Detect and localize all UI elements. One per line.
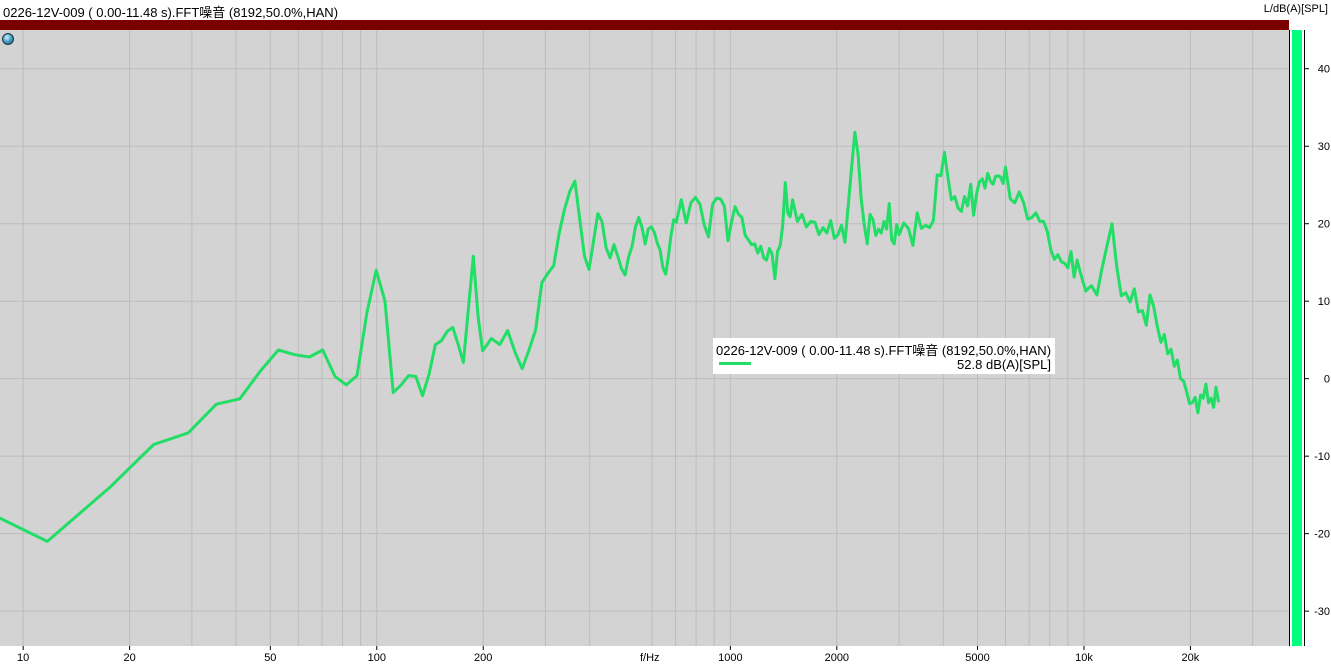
chart-title: 0226-12V-009 ( 0.00-11.48 s).FFT噪音 (8192… <box>3 5 339 20</box>
x-axis-label: f/Hz <box>640 652 660 664</box>
title-bar: 0226-12V-009 ( 0.00-11.48 s).FFT噪音 (8192… <box>0 0 1331 20</box>
y-tick-label: 40 <box>1318 64 1330 76</box>
x-tick-label: 2000 <box>825 652 849 664</box>
level-meter <box>1289 30 1305 646</box>
status-indicator-icon[interactable] <box>2 33 14 45</box>
y-axis: 40 30 20 10 0 -10 -20 -30 <box>1305 30 1331 646</box>
x-axis-svg: 10 20 50 100 200 1000 2000 5000 10k 20k f/Hz <box>17 646 1200 664</box>
x-tick-label: 5000 <box>965 652 989 664</box>
x-tick-label: 1000 <box>718 652 742 664</box>
y-tick-label: -30 <box>1314 606 1330 618</box>
level-meter-fill <box>1292 30 1302 646</box>
y-tick-label: 30 <box>1318 141 1330 153</box>
plot-area[interactable] <box>0 30 1289 646</box>
x-tick-label: 50 <box>264 652 276 664</box>
plot-svg <box>0 30 1289 646</box>
y-tick-label: 0 <box>1324 374 1330 386</box>
x-axis: 10 20 50 100 200 1000 2000 5000 10k 20k f/Hz <box>0 646 1289 665</box>
x-tick-label: 20k <box>1182 652 1200 664</box>
header-divider-bar <box>0 20 1289 30</box>
y-axis-unit-label: L/dB(A)[SPL] <box>1263 3 1328 15</box>
legend-swatch <box>719 362 751 365</box>
legend[interactable]: 0226-12V-009 ( 0.00-11.48 s).FFT噪音 (8192… <box>713 338 1055 374</box>
y-tick-label: 10 <box>1318 296 1330 308</box>
x-tick-label: 10k <box>1075 652 1093 664</box>
legend-overall-level: 52.8 dB(A)[SPL] <box>957 357 1051 372</box>
x-tick-label: 200 <box>474 652 492 664</box>
series-line <box>0 130 1220 543</box>
y-tick-label: -20 <box>1314 529 1330 541</box>
y-axis-svg: 40 30 20 10 0 -10 -20 -30 <box>1305 64 1330 618</box>
x-tick-label: 10 <box>17 652 29 664</box>
x-tick-label: 100 <box>368 652 386 664</box>
y-tick-label: 20 <box>1318 219 1330 231</box>
y-tick-label: -10 <box>1314 451 1330 463</box>
x-tick-label: 20 <box>123 652 135 664</box>
